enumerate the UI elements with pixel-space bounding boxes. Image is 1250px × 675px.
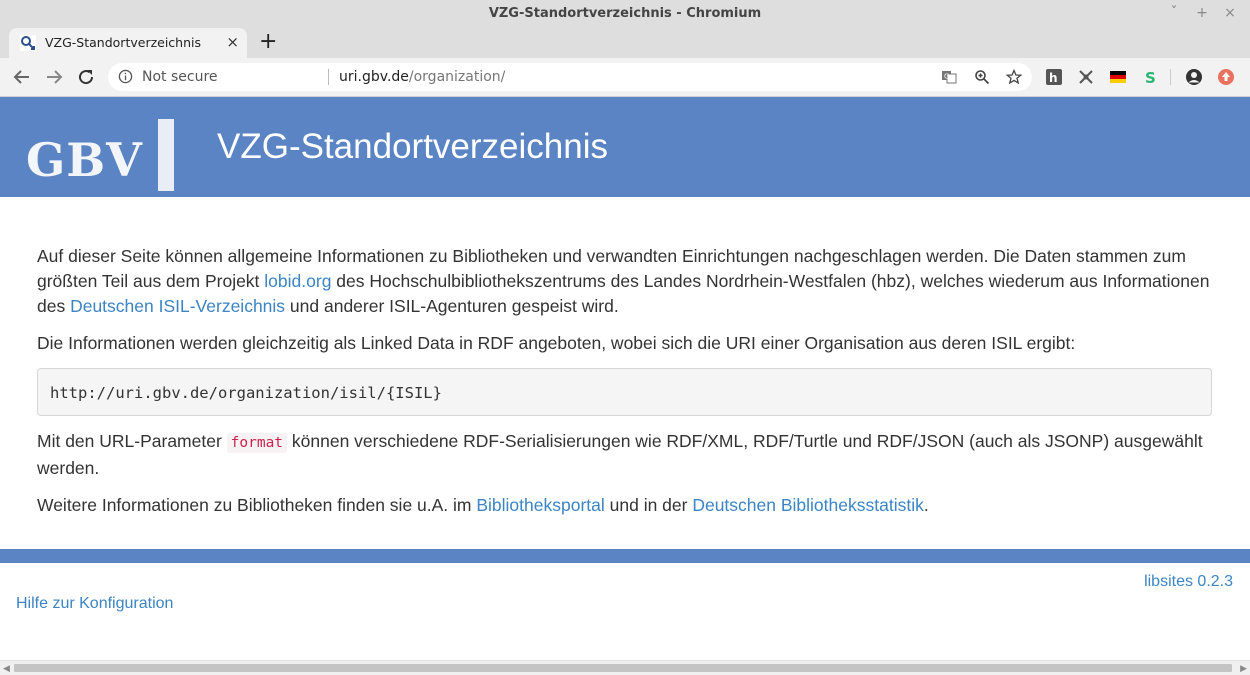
hypothesis-extension-icon[interactable]: h xyxy=(1045,68,1063,86)
green-s-extension-icon[interactable]: S xyxy=(1141,68,1159,86)
browser-toolbar: Not secure uri.gbv.de/organization/ G h … xyxy=(0,58,1250,97)
svg-text:h: h xyxy=(1049,71,1058,85)
url-host: uri.gbv.de xyxy=(339,69,409,85)
tools-extension-icon[interactable] xyxy=(1077,68,1095,86)
version-link[interactable]: libsites 0.2.3 xyxy=(1144,573,1233,591)
intro-paragraph: Auf dieser Seite können allgemeine Infor… xyxy=(37,244,1217,319)
close-window-button[interactable]: × xyxy=(1224,4,1236,22)
reload-button[interactable] xyxy=(75,66,97,88)
window-titlebar: VZG-Standortverzeichnis - Chromium ˇ + × xyxy=(0,0,1250,27)
main-content: Auf dieser Seite können allgemeine Infor… xyxy=(37,244,1217,530)
page-title: VZG-Standortverzeichnis xyxy=(217,127,608,166)
more-info-text-3: . xyxy=(923,495,929,515)
more-info-paragraph: Weitere Informationen zu Bibliotheken fi… xyxy=(37,493,1217,518)
minimize-button[interactable]: ˇ xyxy=(1168,4,1180,22)
svg-text:G: G xyxy=(944,73,949,81)
arrow-right-icon xyxy=(47,70,63,84)
footer-bar xyxy=(0,549,1250,563)
security-status[interactable]: Not secure xyxy=(142,69,218,85)
more-info-text-2: und in der xyxy=(604,495,693,515)
horizontal-scrollbar[interactable]: ◀ ▶ xyxy=(0,660,1250,675)
logo-bar xyxy=(158,119,174,191)
site-header: GBV VZG-Standortverzeichnis xyxy=(0,97,1250,197)
format-text-1: Mit den URL-Parameter xyxy=(37,431,227,451)
bookmark-star-icon[interactable] xyxy=(1006,69,1022,85)
profile-avatar-icon[interactable] xyxy=(1185,68,1203,86)
update-menu-icon[interactable] xyxy=(1217,68,1235,86)
window-title: VZG-Standortverzeichnis - Chromium xyxy=(488,6,762,21)
more-info-text-1: Weitere Informationen zu Bibliotheken fi… xyxy=(37,495,477,515)
zoom-icon[interactable] xyxy=(974,69,990,85)
gbv-favicon-icon xyxy=(20,35,36,51)
address-bar[interactable]: Not secure uri.gbv.de/organization/ G xyxy=(108,63,1032,91)
format-paragraph: Mit den URL-Parameter format können vers… xyxy=(37,429,1217,481)
isil-verzeichnis-link[interactable]: Deutschen ISIL-Verzeichnis xyxy=(70,296,285,316)
tab-strip: VZG-Standortverzeichnis × xyxy=(0,27,1250,58)
omnibox-divider xyxy=(328,69,329,85)
browser-tab[interactable]: VZG-Standortverzeichnis × xyxy=(9,28,247,58)
lobid-link[interactable]: lobid.org xyxy=(264,271,331,291)
bibliotheksportal-link[interactable]: Bibliotheksportal xyxy=(476,495,604,515)
help-configuration-link[interactable]: Hilfe zur Konfiguration xyxy=(16,595,173,613)
forward-button[interactable] xyxy=(43,66,65,88)
arrow-left-icon xyxy=(13,70,29,84)
scroll-right-icon[interactable]: ▶ xyxy=(1240,662,1247,674)
window-controls: ˇ + × xyxy=(1168,4,1236,22)
url-path: /organization/ xyxy=(408,69,506,85)
tab-title: VZG-Standortverzeichnis xyxy=(45,35,202,50)
reload-icon xyxy=(79,70,94,85)
scrollbar-thumb[interactable] xyxy=(14,664,1232,672)
intro-text-3: und anderer ISIL-Agenturen gespeist wird… xyxy=(285,296,619,316)
new-tab-button[interactable]: + xyxy=(259,29,277,55)
gbv-logo[interactable]: GBV xyxy=(18,119,178,191)
scroll-left-icon[interactable]: ◀ xyxy=(3,662,10,674)
toolbar-divider xyxy=(1170,69,1171,85)
german-flag-icon[interactable] xyxy=(1109,68,1127,86)
format-parameter: format xyxy=(226,433,288,453)
maximize-button[interactable]: + xyxy=(1196,4,1208,22)
back-button[interactable] xyxy=(11,66,33,88)
tab-close-icon[interactable]: × xyxy=(226,32,239,52)
bibliotheksstatistik-link[interactable]: Deutschen Bibliotheksstatistik xyxy=(692,495,924,515)
logo-text: GBV xyxy=(26,133,143,187)
url-text[interactable]: uri.gbv.de/organization/ xyxy=(339,69,505,85)
linked-data-paragraph: Die Informationen werden gleichzeitig al… xyxy=(37,333,1076,353)
uri-pattern-code: http://uri.gbv.de/organization/isil/{ISI… xyxy=(37,368,1212,416)
translate-icon[interactable]: G xyxy=(941,69,957,85)
info-icon[interactable] xyxy=(118,69,133,84)
svg-text:S: S xyxy=(1145,69,1156,86)
